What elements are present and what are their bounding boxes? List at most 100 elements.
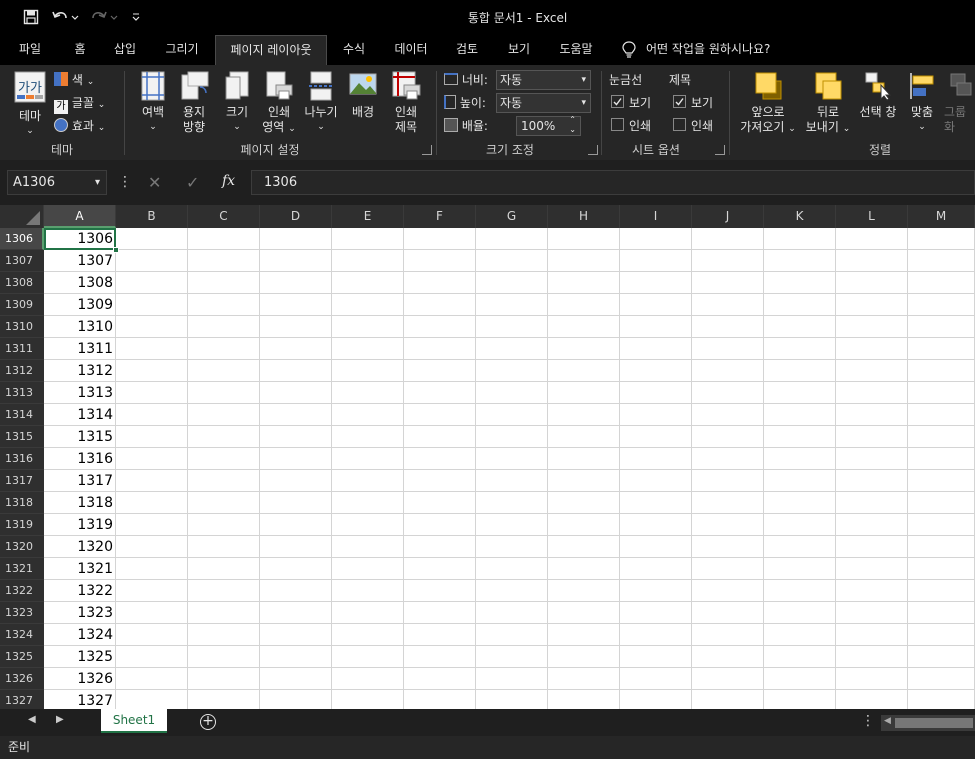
enter-icon[interactable]: ✓: [186, 173, 199, 192]
sheet-tab[interactable]: Sheet1: [101, 709, 167, 733]
fill-handle[interactable]: [113, 247, 119, 253]
effects-button[interactable]: 효과 ⌄: [54, 117, 105, 134]
row-header[interactable]: 1316: [0, 448, 44, 470]
row-header[interactable]: 1314: [0, 404, 44, 426]
tab-formulas[interactable]: 수식: [334, 35, 374, 65]
table-cell[interactable]: 1322: [44, 580, 116, 602]
table-cell[interactable]: 1318: [44, 492, 116, 514]
print-area-button[interactable]: 인쇄 영역 ⌄: [258, 71, 300, 137]
table-cell[interactable]: 1311: [44, 338, 116, 360]
tab-page-layout[interactable]: 페이지 레이아웃: [215, 35, 327, 65]
table-cell[interactable]: 1309: [44, 294, 116, 316]
table-cell[interactable]: 1307: [44, 250, 116, 272]
row-header[interactable]: 1315: [0, 426, 44, 448]
send-backward-button[interactable]: 뒤로 보내기 ⌄: [802, 71, 854, 137]
row-header[interactable]: 1306: [0, 228, 44, 250]
table-cell[interactable]: 1316: [44, 448, 116, 470]
tell-me-search[interactable]: 어떤 작업을 원하시나요?: [646, 35, 796, 65]
row-header[interactable]: 1310: [0, 316, 44, 338]
row-header[interactable]: 1308: [0, 272, 44, 294]
gridlines-print-checkbox[interactable]: [611, 118, 624, 131]
active-cell[interactable]: 1306: [44, 228, 116, 250]
align-button[interactable]: 맞춤 ⌄: [902, 71, 942, 137]
row-header[interactable]: 1323: [0, 602, 44, 624]
row-header[interactable]: 1321: [0, 558, 44, 580]
column-header-g[interactable]: G: [476, 205, 548, 228]
height-select[interactable]: 자동 ▾: [496, 93, 591, 113]
selection-pane-button[interactable]: 선택 창: [855, 71, 901, 137]
column-header-f[interactable]: F: [404, 205, 476, 228]
formula-input[interactable]: 1306: [251, 170, 975, 195]
column-header-m[interactable]: M: [908, 205, 975, 228]
table-cell[interactable]: 1326: [44, 668, 116, 690]
column-header-i[interactable]: I: [620, 205, 692, 228]
row-header[interactable]: 1318: [0, 492, 44, 514]
row-header[interactable]: 1320: [0, 536, 44, 558]
scroll-left-icon[interactable]: ◀: [884, 716, 891, 726]
row-header[interactable]: 1317: [0, 470, 44, 492]
tab-insert[interactable]: 삽입: [104, 35, 146, 65]
sheet-options-launcher-icon[interactable]: [715, 145, 725, 155]
cell-grid[interactable]: [44, 228, 975, 709]
scale-spinner[interactable]: 100% ⌃ ⌄: [516, 115, 581, 136]
row-header[interactable]: 1307: [0, 250, 44, 272]
scroll-left-icon[interactable]: ◀: [28, 714, 36, 725]
bring-forward-button[interactable]: 앞으로 가져오기 ⌄: [735, 71, 801, 137]
table-cell[interactable]: 1320: [44, 536, 116, 558]
size-button[interactable]: 크기 ⌄: [218, 71, 256, 137]
colors-button[interactable]: 색 ⌄: [54, 71, 94, 88]
tab-data[interactable]: 데이터: [386, 35, 436, 65]
row-header[interactable]: 1311: [0, 338, 44, 360]
headings-view-checkbox[interactable]: [673, 95, 686, 108]
row-header[interactable]: 1325: [0, 646, 44, 668]
themes-button[interactable]: 가가 테마 ⌄: [10, 71, 50, 137]
row-header[interactable]: 1312: [0, 360, 44, 382]
print-titles-button[interactable]: 인쇄 제목: [386, 71, 426, 137]
tab-help[interactable]: 도움말: [550, 35, 602, 65]
insert-function-icon[interactable]: fx: [222, 173, 235, 189]
width-select[interactable]: 자동 ▾: [496, 70, 591, 90]
tab-home[interactable]: 홈: [60, 35, 100, 65]
breaks-button[interactable]: 나누기 ⌄: [300, 71, 342, 137]
table-cell[interactable]: 1315: [44, 426, 116, 448]
orientation-button[interactable]: 용지 방향: [174, 71, 214, 137]
column-header-a[interactable]: A: [44, 205, 116, 228]
row-header[interactable]: 1313: [0, 382, 44, 404]
scrollbar-thumb[interactable]: [895, 718, 973, 728]
background-button[interactable]: 배경: [344, 71, 382, 137]
table-cell[interactable]: 1321: [44, 558, 116, 580]
table-cell[interactable]: 1310: [44, 316, 116, 338]
row-header[interactable]: 1324: [0, 624, 44, 646]
column-header-j[interactable]: J: [692, 205, 764, 228]
table-cell[interactable]: 1317: [44, 470, 116, 492]
tab-review[interactable]: 검토: [446, 35, 488, 65]
table-cell[interactable]: 1325: [44, 646, 116, 668]
group-button[interactable]: 그룹 화: [944, 71, 975, 137]
margins-button[interactable]: 여백 ⌄: [134, 71, 172, 137]
scale-launcher-icon[interactable]: [588, 145, 598, 155]
select-all-corner[interactable]: [0, 205, 44, 228]
more-icon[interactable]: ⋮: [861, 713, 875, 729]
scroll-right-icon[interactable]: ▶: [56, 714, 64, 725]
fonts-button[interactable]: 가 글꼴 ⌄: [54, 94, 105, 114]
column-header-d[interactable]: D: [260, 205, 332, 228]
more-icon[interactable]: ⋮: [118, 172, 132, 192]
page-setup-launcher-icon[interactable]: [422, 145, 432, 155]
row-header[interactable]: 1309: [0, 294, 44, 316]
cancel-icon[interactable]: ✕: [148, 173, 161, 192]
row-header[interactable]: 1319: [0, 514, 44, 536]
column-header-l[interactable]: L: [836, 205, 908, 228]
horizontal-scrollbar[interactable]: ◀: [881, 715, 975, 731]
column-header-k[interactable]: K: [764, 205, 836, 228]
table-cell[interactable]: 1323: [44, 602, 116, 624]
row-header[interactable]: 1322: [0, 580, 44, 602]
column-header-h[interactable]: H: [548, 205, 620, 228]
table-cell[interactable]: 1314: [44, 404, 116, 426]
add-sheet-icon[interactable]: +: [200, 714, 216, 730]
name-box[interactable]: A1306 ▾: [7, 170, 107, 195]
gridlines-view-checkbox[interactable]: [611, 95, 624, 108]
table-cell[interactable]: 1319: [44, 514, 116, 536]
tab-file[interactable]: 파일: [8, 35, 52, 65]
table-cell[interactable]: 1308: [44, 272, 116, 294]
column-header-b[interactable]: B: [116, 205, 188, 228]
